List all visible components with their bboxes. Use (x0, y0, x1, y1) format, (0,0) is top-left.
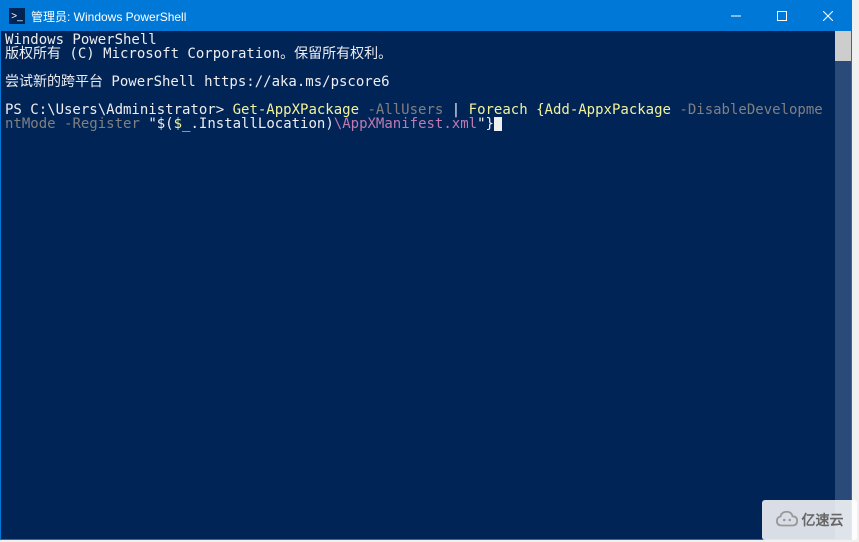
param: -Register (64, 116, 140, 132)
powershell-window: >_ 管理员: Windows PowerShell Windows Power… (0, 0, 852, 540)
watermark-text: 亿速云 (802, 510, 844, 530)
vertical-scrollbar[interactable] (835, 31, 851, 539)
property: InstallLocation (199, 116, 325, 132)
app-icon-glyph: >_ (11, 11, 22, 22)
minimize-icon (731, 11, 741, 21)
subexpr-open: $( (157, 116, 174, 132)
quote: " (477, 116, 485, 132)
terminal[interactable]: Windows PowerShell 版权所有 (C) Microsoft Co… (1, 31, 835, 539)
cmdlet: Add-AppxPackage (545, 102, 671, 118)
copyright-line: 版权所有 (C) Microsoft Corporation。保留所有权利。 (5, 46, 392, 62)
tip-line: 尝试新的跨平台 PowerShell https://aka.ms/pscore… (5, 74, 390, 90)
window-title: 管理员: Windows PowerShell (31, 8, 713, 25)
terminal-area: Windows PowerShell 版权所有 (C) Microsoft Co… (1, 31, 851, 539)
brace: } (486, 116, 494, 132)
maximize-icon (777, 11, 787, 21)
string-literal: \AppXManifest.xml (334, 116, 477, 132)
app-icon: >_ (9, 8, 25, 24)
titlebar[interactable]: >_ 管理员: Windows PowerShell (1, 1, 851, 31)
close-button[interactable] (805, 1, 851, 31)
maximize-button[interactable] (759, 1, 805, 31)
close-icon (823, 11, 833, 21)
cursor (494, 117, 502, 131)
window-controls (713, 1, 851, 31)
quote: " (148, 116, 156, 132)
scrollbar-thumb[interactable] (835, 31, 851, 61)
variable: $_ (174, 116, 191, 132)
dot-operator: . (190, 116, 198, 132)
cloud-icon (776, 509, 798, 531)
minimize-button[interactable] (713, 1, 759, 31)
close-paren: ) (325, 116, 333, 132)
brace: { (536, 102, 544, 118)
watermark: 亿速云 (762, 500, 857, 540)
